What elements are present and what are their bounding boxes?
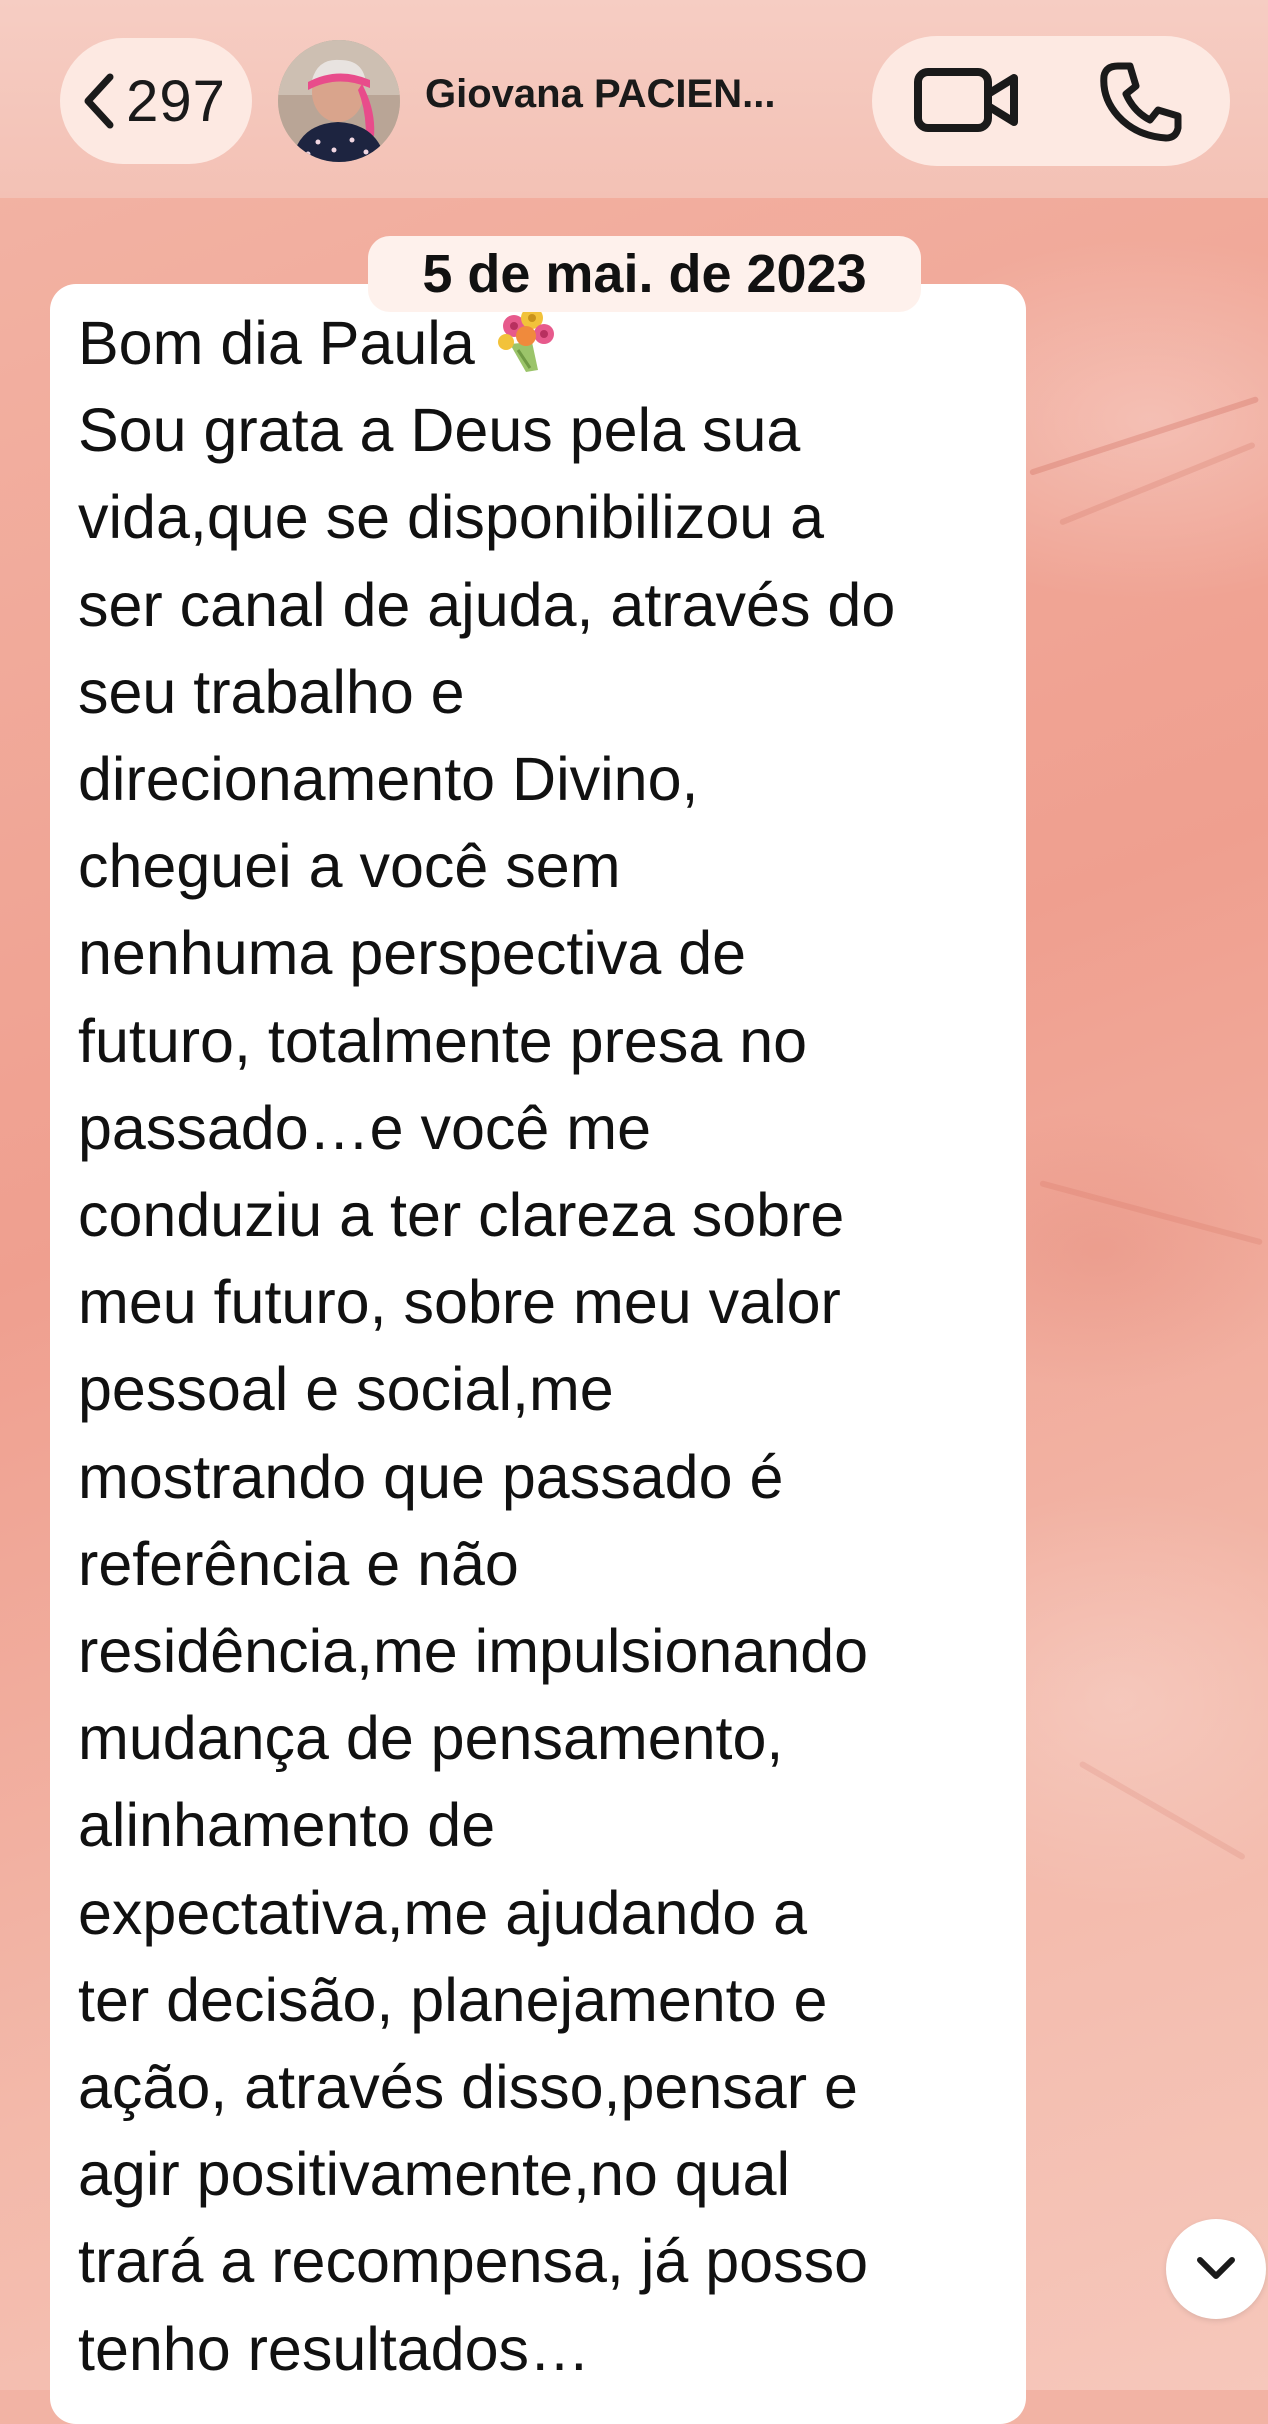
contact-name[interactable]: Giovana PACIEN... bbox=[425, 72, 825, 117]
bouquet-emoji bbox=[497, 307, 554, 372]
chevron-left-icon bbox=[84, 73, 114, 129]
voice-call-button[interactable] bbox=[1096, 58, 1186, 144]
message-greeting: Bom dia Paula bbox=[78, 309, 492, 377]
scroll-to-bottom-button[interactable] bbox=[1166, 2219, 1266, 2319]
chevron-down-icon bbox=[1197, 2257, 1235, 2279]
video-call-button[interactable] bbox=[912, 60, 1022, 140]
message-text: Bom dia Paula Sou grata a Deus pela sua … bbox=[78, 300, 1018, 2393]
unread-count: 297 bbox=[126, 68, 226, 134]
date-separator: 5 de mai. de 2023 bbox=[368, 236, 921, 312]
video-camera-icon bbox=[914, 68, 1018, 132]
phone-icon bbox=[1100, 62, 1182, 142]
message-body: Sou grata a Deus pela sua vida,que se di… bbox=[78, 396, 896, 2383]
back-button[interactable]: 297 bbox=[60, 38, 252, 164]
chat-header: 297 Giovana PACIEN... bbox=[0, 0, 1268, 198]
contact-avatar[interactable] bbox=[278, 40, 400, 162]
